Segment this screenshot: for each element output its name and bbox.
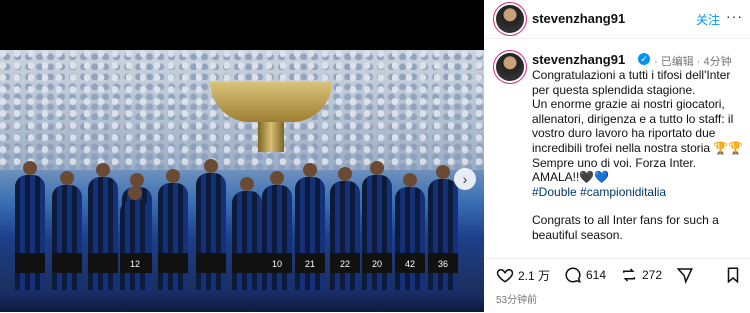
post-username[interactable]: stevenzhang91 [532, 52, 625, 67]
like-count: 2.1 万 [518, 268, 551, 283]
jersey-number: 12 [129, 259, 140, 269]
hashtags[interactable]: #Double #campioniditalia [532, 185, 746, 200]
bookmark-icon [727, 267, 739, 284]
action-bar: 2.1 万 614 272 53分钟前 [484, 258, 750, 313]
jersey-number: 36 [437, 259, 448, 269]
trophy [210, 82, 332, 152]
caption-line: AMALA!!🖤💙 [532, 170, 610, 185]
jersey-number: 10 [271, 259, 282, 269]
comment-icon [565, 267, 581, 283]
edited-label: · 已编辑 [654, 56, 694, 68]
heart-icon [496, 268, 514, 283]
share-button[interactable] [676, 266, 694, 284]
caption-line: Congratulazioni a tutti i tifosi dell'In… [532, 68, 731, 97]
jersey-number: 22 [339, 259, 350, 269]
team-players: 10 21 22 20 42 36 12 [0, 145, 484, 295]
next-photo-button[interactable]: › [454, 168, 476, 190]
more-options-icon[interactable]: ··· [726, 8, 743, 24]
post-avatar[interactable] [496, 53, 524, 81]
save-button[interactable] [724, 266, 742, 284]
post-photo[interactable]: 10 21 22 20 42 36 12 [0, 50, 484, 312]
header-username[interactable]: stevenzhang91 [532, 11, 625, 26]
repost-count: 272 [642, 268, 663, 282]
jersey-number: 42 [404, 259, 415, 269]
post-header: stevenzhang91 关注 ··· [484, 0, 750, 39]
post-panel: stevenzhang91 关注 ··· stevenzhang91 ✓ · 已… [484, 0, 750, 313]
avatar[interactable] [496, 5, 524, 33]
photo-area: 10 21 22 20 42 36 12 › [0, 0, 484, 312]
send-icon [676, 268, 693, 284]
comment-button[interactable]: 614 [564, 266, 606, 284]
verified-icon: ✓ [638, 53, 650, 65]
stage [0, 290, 484, 312]
comment-count: 614 [586, 268, 607, 282]
follow-button[interactable]: 关注 [696, 11, 720, 28]
like-button[interactable]: 2.1 万 [496, 266, 550, 284]
jersey-number: 20 [371, 259, 382, 269]
post-meta: · 已编辑 · 4分钟 [654, 53, 732, 69]
repost-icon [623, 268, 635, 282]
repost-button[interactable]: 272 [620, 266, 662, 284]
post-age: · 4分钟 [696, 56, 732, 68]
jersey-number: 21 [304, 259, 315, 269]
chevron-right-icon: › [462, 171, 468, 187]
caption-line: Un enorme grazie ai nostri giocatori, al… [532, 97, 744, 155]
post-caption: Congratulazioni a tutti i tifosi dell'In… [532, 68, 746, 250]
caption-line: Sempre uno di voi. Forza Inter. [532, 155, 697, 170]
caption-english: Congrats to all Inter fans for such a be… [532, 213, 719, 242]
post-timestamp: 53分钟前 [496, 295, 538, 306]
